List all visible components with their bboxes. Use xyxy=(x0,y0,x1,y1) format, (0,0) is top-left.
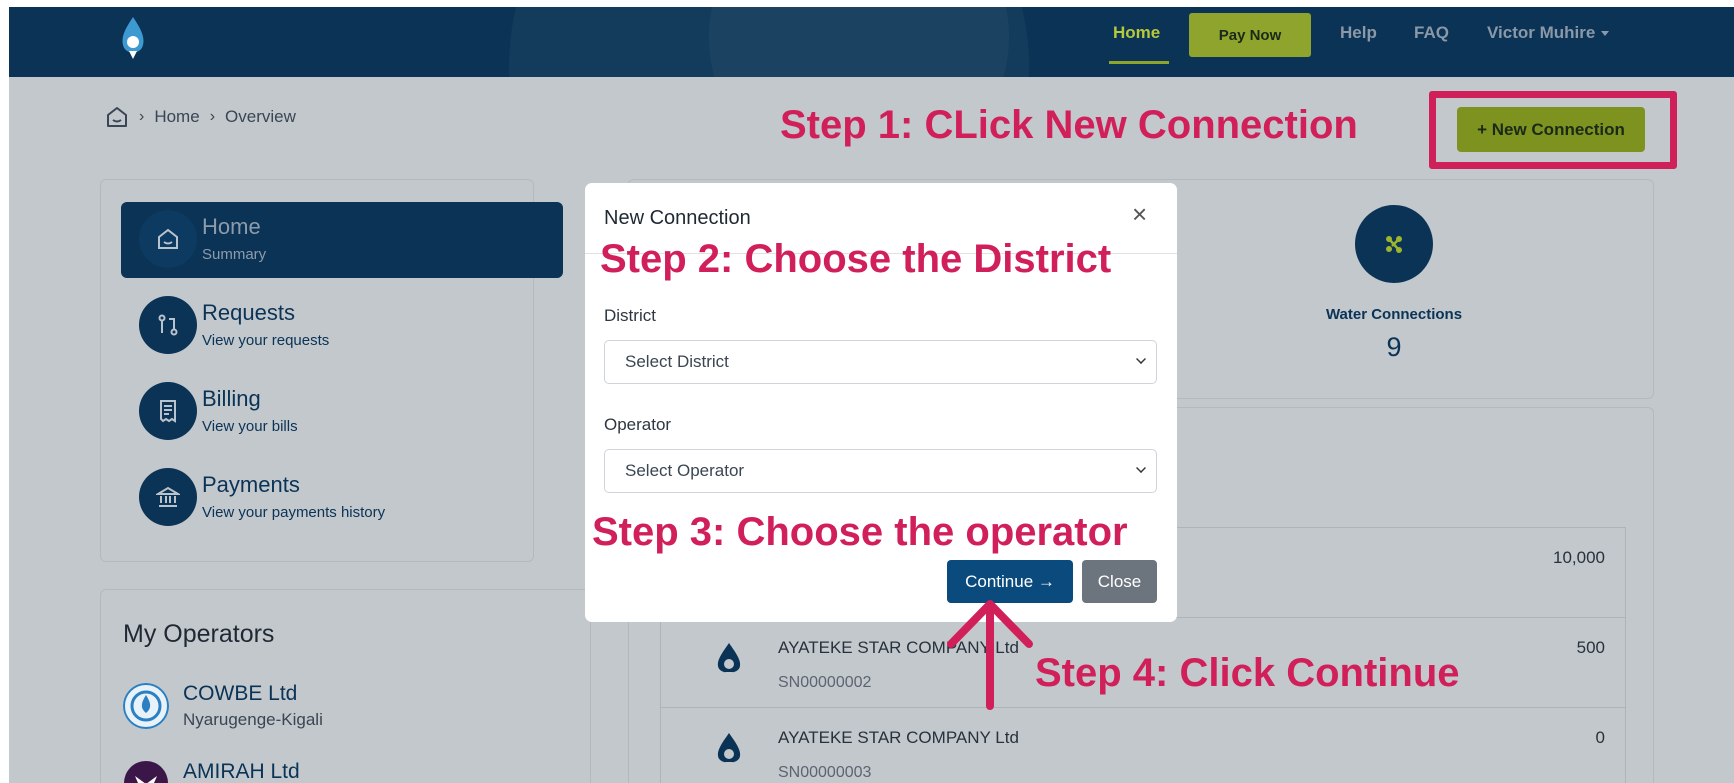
home-icon xyxy=(139,210,197,268)
cowbe-logo-icon xyxy=(123,683,169,729)
close-button[interactable]: Close xyxy=(1082,560,1157,603)
breadcrumb-home[interactable]: Home xyxy=(154,107,199,127)
nav-faq-link[interactable]: FAQ xyxy=(1414,23,1449,43)
background-decoration xyxy=(709,7,1009,77)
chevron-down-icon xyxy=(1601,31,1610,37)
annotation-step-3: Step 3: Choose the operator xyxy=(592,510,1128,554)
operator-label: Operator xyxy=(604,415,672,434)
sidebar-item-title: Home xyxy=(202,214,261,239)
operators-heading: My Operators xyxy=(123,620,275,648)
row-amount: 10,000 xyxy=(1553,548,1605,567)
operator-name[interactable]: COWBE Ltd xyxy=(183,682,297,706)
sidebar-item-subtitle: View your payments history xyxy=(202,504,386,521)
chevron-right-icon: › xyxy=(209,108,216,125)
water-drop-icon xyxy=(717,733,741,767)
chevron-down-icon xyxy=(1136,463,1146,473)
sidebar-item-subtitle: View your requests xyxy=(202,332,330,349)
operator-location: Nyarugenge-Kigali xyxy=(183,710,323,729)
district-select-value: Select District xyxy=(625,352,729,371)
chevron-right-icon: › xyxy=(139,108,145,125)
close-icon[interactable]: × xyxy=(1132,201,1147,227)
user-menu[interactable]: Victor Muhire xyxy=(1487,23,1610,43)
amirah-logo-icon xyxy=(124,761,168,783)
home-icon[interactable] xyxy=(105,105,129,129)
sidebar-item-title: Requests xyxy=(202,300,295,325)
row-amount: 0 xyxy=(1595,728,1605,747)
nav-active-indicator xyxy=(1109,61,1169,64)
sidebar-item-subtitle: View your bills xyxy=(202,418,298,435)
top-navbar: Home Pay Now Help FAQ Victor Muhire xyxy=(9,7,1734,77)
user-name: Victor Muhire xyxy=(1487,23,1596,42)
annotation-step-2: Step 2: Choose the District xyxy=(600,237,1112,281)
sidebar-item-title: Billing xyxy=(202,386,261,411)
chevron-down-icon xyxy=(1136,354,1146,364)
sidebar-item-billing[interactable]: Billing View your bills xyxy=(121,374,563,450)
water-connections-label: Water Connections xyxy=(1325,306,1463,323)
water-connections-count: 9 xyxy=(1386,332,1402,362)
annotation-arrow-icon xyxy=(947,600,1033,710)
water-connections-icon xyxy=(1355,205,1433,283)
breadcrumb-current: Overview xyxy=(225,107,296,126)
row-serial-number: SN00000003 xyxy=(778,764,872,781)
modal-title: New Connection xyxy=(604,207,751,229)
list-item[interactable]: AYATEKE STAR COMPANY Ltd SN00000003 0 xyxy=(661,708,1625,783)
my-operators-card: My Operators COWBE Ltd Nyarugenge-Kigali… xyxy=(100,589,591,783)
sidebar-menu-card: Home Summary Requests View your requests… xyxy=(100,179,563,562)
district-select[interactable]: Select District xyxy=(604,340,1157,384)
sidebar-item-title: Payments xyxy=(202,472,300,497)
sidebar-item-home[interactable]: Home Summary xyxy=(121,202,563,278)
annotation-step-4: Step 4: Click Continue xyxy=(1035,651,1460,695)
operator-select[interactable]: Select Operator xyxy=(604,449,1157,493)
sidebar-item-requests[interactable]: Requests View your requests xyxy=(121,288,563,364)
annotation-highlight-box xyxy=(1429,91,1677,169)
row-serial-number: SN00000002 xyxy=(778,674,872,691)
app-logo-icon[interactable] xyxy=(119,15,147,61)
pay-now-button[interactable]: Pay Now xyxy=(1189,13,1311,57)
sidebar-item-payments[interactable]: Payments View your payments history xyxy=(121,460,563,536)
bank-icon xyxy=(139,468,197,526)
nav-home-link[interactable]: Home xyxy=(1113,23,1160,43)
row-company-name: AYATEKE STAR COMPANY Ltd xyxy=(778,728,1019,747)
receipt-icon xyxy=(139,382,197,440)
row-amount: 500 xyxy=(1576,638,1605,657)
app-frame: Home Pay Now Help FAQ Victor Muhire › Ho… xyxy=(9,7,1734,783)
water-drop-icon xyxy=(717,643,741,677)
annotation-step-1: Step 1: CLick New Connection xyxy=(780,103,1358,147)
requests-icon xyxy=(139,296,197,354)
nav-help-link[interactable]: Help xyxy=(1340,23,1377,43)
district-label: District xyxy=(604,306,656,325)
sidebar-item-subtitle: Summary xyxy=(202,246,267,263)
operator-name[interactable]: AMIRAH Ltd xyxy=(183,760,300,783)
breadcrumb: › Home › Overview xyxy=(105,105,296,129)
operator-select-value: Select Operator xyxy=(625,461,745,480)
